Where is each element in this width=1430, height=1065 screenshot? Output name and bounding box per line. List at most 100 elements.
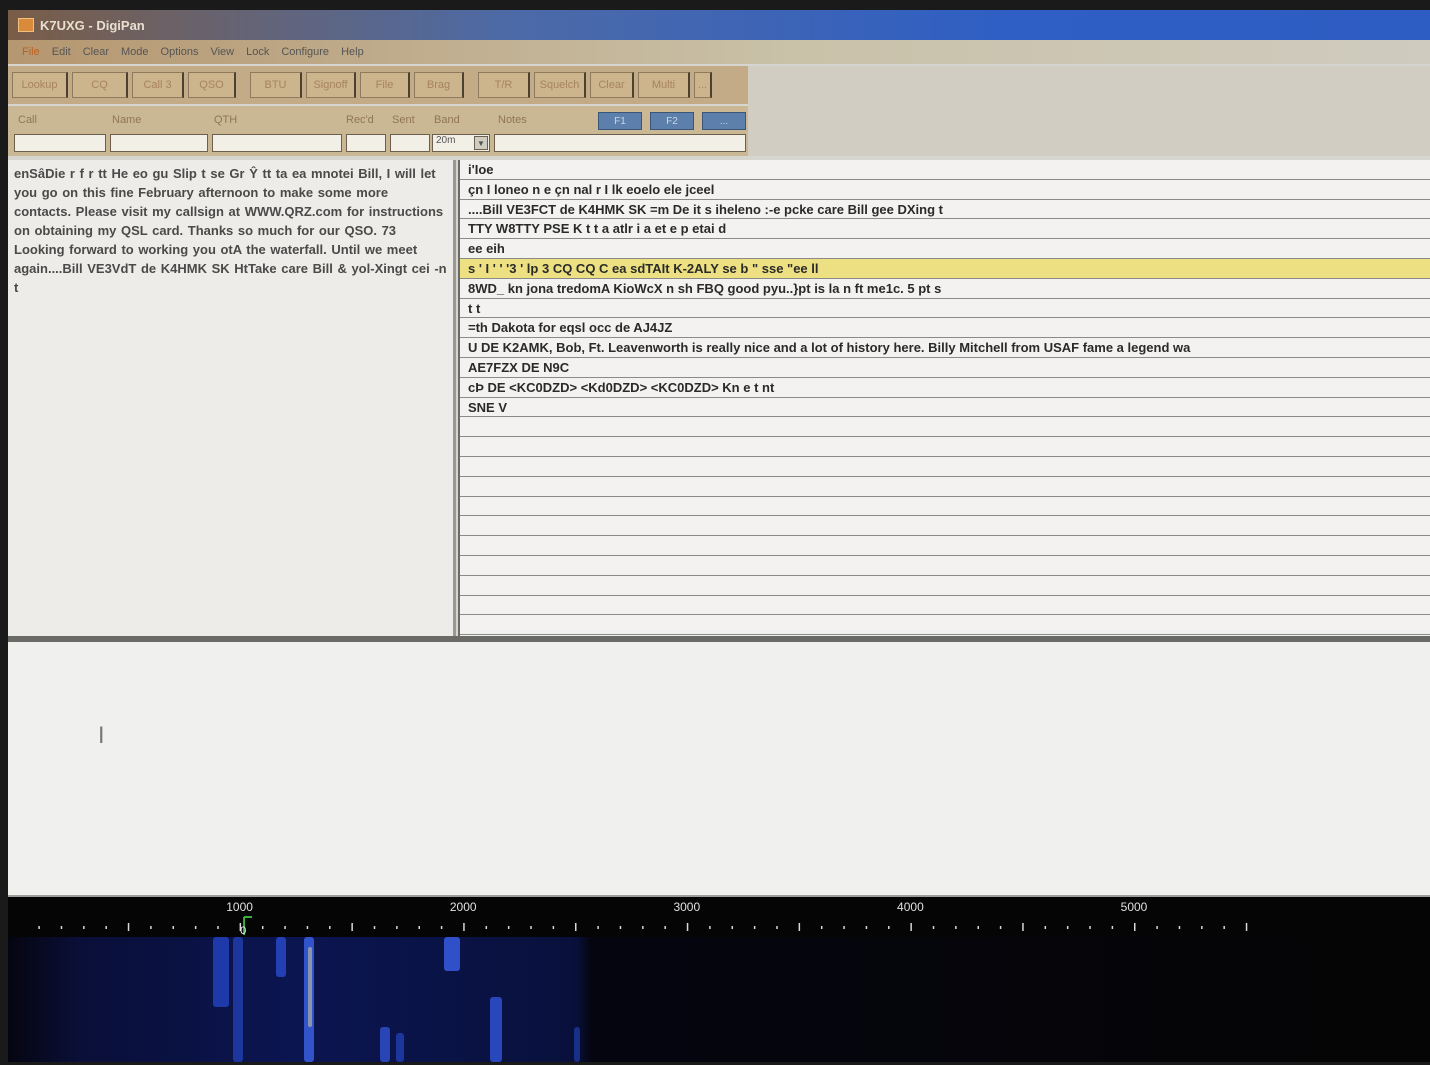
- scale-tick: [60, 926, 63, 929]
- channel-row[interactable]: [460, 536, 1430, 556]
- channel-monitor-pane[interactable]: i'Ioe çn I loneo n e çn nal r I lk eoelo…: [458, 160, 1430, 636]
- qso-button[interactable]: QSO: [188, 72, 236, 98]
- scale-tick: [1201, 926, 1203, 929]
- receive-text: enSâDie r f r tt He eo gu Slip t se Gr Ŷ…: [14, 166, 447, 295]
- scale-tick: [798, 923, 801, 931]
- channel-row[interactable]: [460, 576, 1430, 596]
- channel-row[interactable]: U DE K2AMK, Bob, Ft. Leavenworth is real…: [460, 338, 1430, 358]
- channel-row[interactable]: [460, 417, 1430, 438]
- scale-tick: [172, 926, 175, 929]
- channel-row[interactable]: çn I loneo n e çn nal r I lk eoelo ele j…: [460, 180, 1430, 200]
- waterfall-spectrum[interactable]: [8, 937, 1430, 1062]
- scale-tick: [418, 926, 420, 929]
- scale-tick: [194, 926, 197, 929]
- lookup-button[interactable]: Lookup: [12, 72, 68, 98]
- screen: K7UXG - DigiPan File Edit Clear Mode Opt…: [8, 10, 1430, 1062]
- menu-edit[interactable]: Edit: [52, 46, 71, 58]
- channel-row[interactable]: i'Ioe: [460, 160, 1430, 180]
- channel-row[interactable]: AE7FZX DE N9C: [460, 358, 1430, 378]
- notes-input[interactable]: [494, 134, 746, 152]
- scale-tick: [1111, 926, 1114, 929]
- channel-row[interactable]: [460, 516, 1430, 537]
- f2-button[interactable]: F2: [650, 112, 694, 130]
- scale-tick: [1134, 923, 1136, 931]
- scale-tick: [396, 926, 398, 929]
- channel-row[interactable]: =th Dakota for eqsl occ de AJ4JZ: [460, 318, 1430, 339]
- scale-tick: [776, 926, 778, 929]
- chevron-down-icon[interactable]: ▼: [474, 136, 488, 150]
- waterfall-display[interactable]: 1000 2000 3000 4000 5000 0: [8, 897, 1430, 1062]
- transmit-text-area[interactable]: I: [8, 642, 1430, 897]
- channel-row[interactable]: [460, 437, 1430, 457]
- menu-help[interactable]: Help: [341, 46, 364, 58]
- scale-tick: [709, 926, 711, 929]
- channel-row[interactable]: ee eih: [460, 239, 1430, 259]
- scale-tick: [105, 926, 107, 929]
- menu-bar: File Edit Clear Mode Options View Lock C…: [8, 40, 1430, 64]
- menu-view[interactable]: View: [210, 46, 234, 58]
- menu-options[interactable]: Options: [161, 46, 199, 58]
- channel-row[interactable]: ....Bill VE3FCT de K4HMK SK =m De it s i…: [460, 200, 1430, 220]
- channel-row[interactable]: SNE V: [460, 398, 1430, 418]
- file-button[interactable]: File: [360, 72, 410, 98]
- channel-row[interactable]: cÞ DE <KC0DZD> <Kd0DZD> <KC0DZD> Kn e t …: [460, 378, 1430, 398]
- menu-mode[interactable]: Mode: [121, 46, 149, 58]
- sent-input[interactable]: [390, 134, 430, 152]
- scale-tick: [642, 926, 644, 929]
- cq-button[interactable]: CQ: [72, 72, 128, 98]
- receive-text-pane[interactable]: enSâDie r f r tt He eo gu Slip t se Gr Ŷ…: [8, 160, 456, 636]
- qth-label: QTH: [214, 114, 238, 126]
- scale-label: 2000: [450, 900, 477, 914]
- squelch-button[interactable]: Squelch: [534, 72, 586, 98]
- channel-row[interactable]: [460, 556, 1430, 576]
- name-input[interactable]: [110, 134, 208, 152]
- f1-button[interactable]: F1: [598, 112, 642, 130]
- toolbar-empty-area: [748, 66, 1430, 156]
- channel-row[interactable]: [460, 596, 1430, 616]
- multi-button[interactable]: Multi: [638, 72, 690, 98]
- macro-toolbar: Lookup CQ Call 3 QSO BTU Signoff File Br…: [8, 66, 748, 104]
- scale-tick: [888, 926, 890, 929]
- qth-input[interactable]: [212, 134, 342, 152]
- scale-tick: [1089, 926, 1091, 929]
- scale-tick: [619, 926, 622, 929]
- tr-button[interactable]: T/R: [478, 72, 530, 98]
- channel-row[interactable]: TTY W8TTY PSE K t t a atlr i a et e p et…: [460, 219, 1430, 240]
- call-input[interactable]: [14, 134, 106, 152]
- btu-button[interactable]: BTU: [250, 72, 302, 98]
- menu-file[interactable]: File: [22, 46, 40, 58]
- sent-label: Sent: [392, 114, 415, 126]
- scale-tick: [150, 926, 152, 929]
- scale-tick: [217, 926, 219, 929]
- recd-input[interactable]: [346, 134, 386, 152]
- brag-button[interactable]: Brag: [414, 72, 464, 98]
- more-button[interactable]: ...: [694, 72, 712, 98]
- channel-row[interactable]: t t: [460, 299, 1430, 319]
- channel-row[interactable]: [460, 615, 1430, 636]
- scale-tick: [955, 926, 957, 929]
- clear-button[interactable]: Clear: [590, 72, 634, 98]
- channel-row[interactable]: [460, 457, 1430, 477]
- band-select[interactable]: 20m ▼: [432, 134, 490, 152]
- menu-lock[interactable]: Lock: [246, 46, 269, 58]
- menu-configure[interactable]: Configure: [281, 46, 329, 58]
- scale-tick: [1156, 926, 1158, 929]
- channel-row[interactable]: 8WD_ kn jona tredomA KioWcX n sh FBQ goo…: [460, 279, 1430, 299]
- window-title: K7UXG - DigiPan: [40, 17, 145, 33]
- options-button[interactable]: ...: [702, 112, 746, 130]
- scale-tick: [731, 926, 734, 929]
- name-label: Name: [112, 114, 142, 126]
- channel-row[interactable]: [460, 477, 1430, 497]
- scale-tick: [329, 926, 331, 929]
- scale-tick: [507, 926, 510, 929]
- text-cursor-icon: I: [98, 724, 105, 749]
- menu-clear[interactable]: Clear: [83, 46, 109, 58]
- scale-tick: [83, 926, 85, 929]
- scale-tick: [999, 926, 1002, 929]
- call-label: Call: [18, 114, 37, 126]
- signoff-button[interactable]: Signoff: [306, 72, 356, 98]
- channel-row-selected[interactable]: s ' I ' ' '3 ' lp 3 CQ CQ C ea sdTAIt K-…: [460, 258, 1430, 279]
- frequency-scale: 1000 2000 3000 4000 5000 0: [38, 900, 1248, 937]
- channel-row[interactable]: [460, 497, 1430, 517]
- call3-button[interactable]: Call 3: [132, 72, 184, 98]
